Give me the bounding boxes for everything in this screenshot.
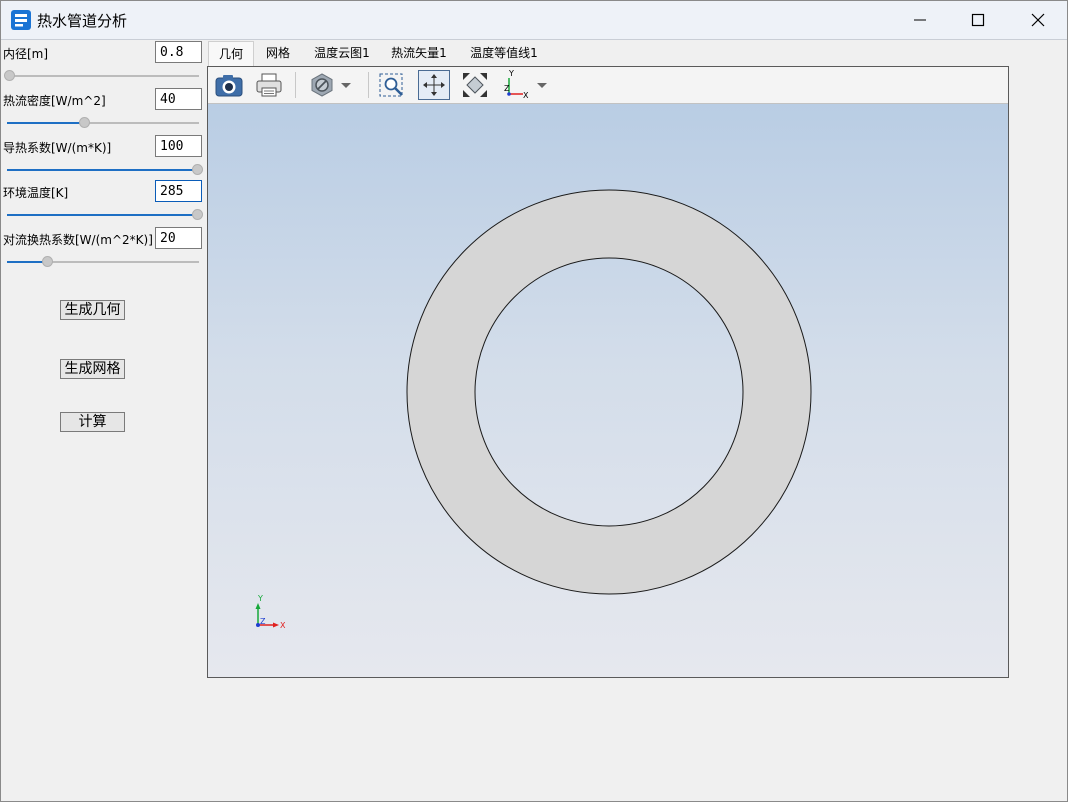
- conductivity-slider-fill: [7, 169, 197, 171]
- printer-icon: [256, 73, 282, 97]
- minimize-button[interactable]: [891, 1, 949, 39]
- inner-diameter-slider[interactable]: [4, 70, 199, 81]
- generate-mesh-button[interactable]: 生成网格: [60, 359, 125, 379]
- render-canvas[interactable]: Y X Z: [208, 104, 1008, 677]
- ambient-temp-input[interactable]: 285: [155, 180, 202, 202]
- inner-diameter-label: 内径[m]: [3, 47, 49, 61]
- pipe-ring: [406, 189, 812, 595]
- print-button[interactable]: [253, 70, 285, 100]
- svg-text:Y: Y: [508, 70, 514, 78]
- convection-coef-slider-handle[interactable]: [42, 256, 53, 267]
- axis-label-x: X: [280, 621, 286, 630]
- display-mode-dropdown[interactable]: [338, 70, 354, 100]
- ambient-temp-slider-handle[interactable]: [192, 209, 203, 220]
- tab-temperature-contour[interactable]: 温度云图1: [306, 41, 378, 66]
- heat-flux-label: 热流密度[W/m^2]: [3, 94, 106, 108]
- conductivity-slider-handle[interactable]: [192, 164, 203, 175]
- ambient-temp-slider-fill: [7, 214, 197, 216]
- zoom-box-icon: [379, 73, 403, 97]
- tab-geometry[interactable]: 几何: [208, 41, 254, 66]
- ambient-temp-slider[interactable]: [7, 209, 203, 220]
- expand-view-button[interactable]: [459, 70, 491, 100]
- axes-triad: Y X Z: [255, 594, 286, 630]
- tab-temperature-isoline[interactable]: 温度等值线1: [463, 41, 545, 66]
- inner-diameter-input[interactable]: 0.8: [155, 41, 202, 63]
- screenshot-button[interactable]: [213, 70, 245, 100]
- convection-coef-slider-fill: [7, 261, 47, 263]
- svg-text:Z: Z: [504, 84, 510, 93]
- fit-view-icon: [423, 74, 445, 96]
- display-mode-button[interactable]: [306, 70, 338, 100]
- no-entry-icon: [311, 73, 333, 97]
- dropdown-arrow-icon: [341, 83, 351, 88]
- viewer-toolbar: Y X Z: [208, 67, 1008, 104]
- toolbar-separator: [295, 72, 296, 98]
- svg-text:X: X: [523, 91, 529, 100]
- tab-mesh[interactable]: 网格: [257, 41, 299, 66]
- zoom-box-button[interactable]: [376, 70, 408, 100]
- heat-flux-input[interactable]: 40: [155, 88, 202, 110]
- toolbar-separator: [368, 72, 369, 98]
- dropdown-arrow-icon: [537, 83, 547, 88]
- heat-flux-slider-handle[interactable]: [79, 117, 90, 128]
- axes-icon: Y X Z: [504, 69, 529, 100]
- title-bar: 热水管道分析: [1, 1, 1067, 40]
- convection-coef-label: 对流换热系数[W/(m^2*K)]: [3, 233, 153, 247]
- ambient-temp-label: 环境温度[K]: [3, 186, 69, 200]
- geometry-view: Y X Z: [255, 189, 812, 630]
- conductivity-slider[interactable]: [7, 164, 203, 175]
- axis-label-z: Z: [260, 617, 266, 626]
- heat-flux-slider[interactable]: [7, 117, 199, 128]
- close-button[interactable]: [1009, 1, 1067, 39]
- expand-view-icon: [463, 73, 487, 97]
- close-icon: [1031, 13, 1045, 27]
- camera-icon: [215, 75, 243, 97]
- tab-heat-flux-vector[interactable]: 热流矢量1: [385, 41, 453, 66]
- convection-coef-slider[interactable]: [7, 256, 199, 267]
- inner-diameter-slider-handle[interactable]: [4, 70, 15, 81]
- fit-view-button[interactable]: [418, 70, 450, 100]
- axis-label-y: Y: [257, 594, 263, 603]
- view-orientation-button[interactable]: Y X Z: [501, 69, 533, 100]
- window-title: 热水管道分析: [37, 12, 128, 30]
- maximize-button[interactable]: [949, 1, 1007, 39]
- maximize-icon: [971, 13, 985, 27]
- heat-flux-slider-fill: [7, 122, 84, 124]
- generate-geometry-button[interactable]: 生成几何: [60, 300, 125, 320]
- app-window: 热水管道分析 内径[m] 0.8 热流密度[W/m^2] 40 导热系数[W/(…: [0, 0, 1068, 802]
- conductivity-input[interactable]: 100: [155, 135, 202, 157]
- app-icon: [11, 10, 31, 30]
- compute-button[interactable]: 计算: [60, 412, 125, 432]
- viewer-3d: Y X Z Y X Z: [207, 66, 1009, 678]
- conductivity-label: 导热系数[W/(m*K)]: [3, 141, 112, 155]
- minimize-icon: [914, 19, 926, 21]
- view-orientation-dropdown[interactable]: [534, 70, 550, 100]
- convection-coef-input[interactable]: 20: [155, 227, 202, 249]
